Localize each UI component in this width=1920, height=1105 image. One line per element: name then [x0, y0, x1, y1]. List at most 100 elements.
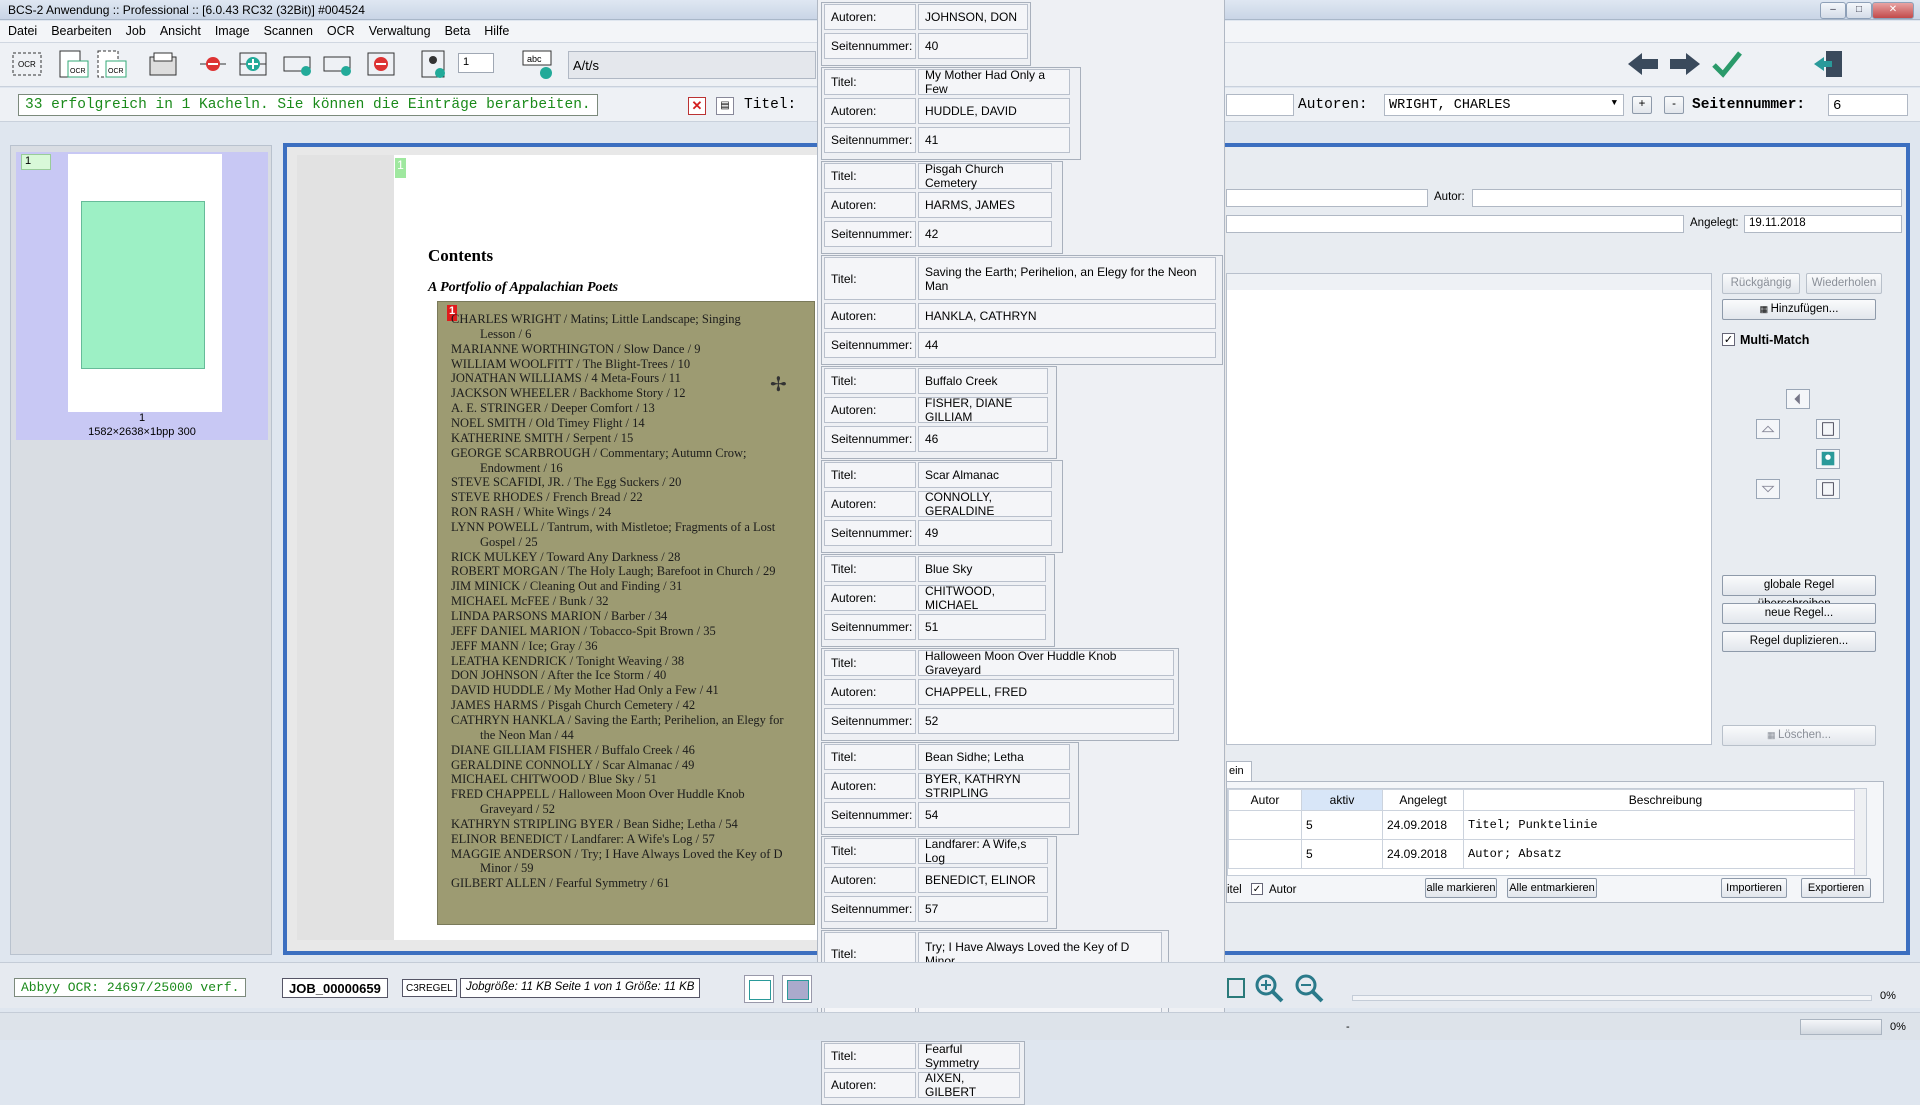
ocr-zone-icon[interactable]: OCR: [10, 47, 44, 81]
rule-name-field-end[interactable]: [1226, 189, 1428, 207]
entry-titel-value[interactable]: Halloween Moon Over Huddle Knob Graveyar…: [918, 649, 1174, 677]
menu-hilfe[interactable]: Hilfe: [476, 21, 515, 38]
entry-seite-value[interactable]: 54: [918, 802, 1070, 828]
entry-group[interactable]: Titel: Halloween Moon Over Huddle Knob Gr…: [821, 648, 1179, 741]
open-folder-icon[interactable]: [146, 47, 180, 81]
deselect-all-button[interactable]: Alle entmarkieren: [1507, 878, 1597, 898]
entry-titel-value[interactable]: Fearful Symmetry: [918, 1042, 1020, 1070]
menu-beta[interactable]: Beta: [437, 21, 477, 38]
col-angelegt[interactable]: Angelegt: [1382, 789, 1464, 811]
entry-titel-value[interactable]: Saving the Earth; Perihelion, an Elegy f…: [918, 257, 1216, 300]
tab-partial[interactable]: ein: [1226, 761, 1252, 781]
menu-bearbeiten[interactable]: Bearbeiten: [43, 21, 117, 38]
titel-field-end[interactable]: [1226, 94, 1294, 116]
collapse-left-icon[interactable]: [1786, 389, 1810, 409]
zone-settings-icon[interactable]: [416, 47, 450, 81]
menu-ocr[interactable]: OCR: [319, 21, 361, 38]
rule-image-icon[interactable]: [1816, 449, 1840, 469]
table-row[interactable]: 5 24.09.2018 Autor; Absatz: [1228, 839, 1866, 869]
delete-row-icon[interactable]: [364, 47, 398, 81]
autor-field[interactable]: [1472, 189, 1902, 207]
entry-autoren-value[interactable]: HANKLA, CATHRYN: [918, 303, 1216, 329]
rule-text-icon[interactable]: [1816, 419, 1840, 439]
rule-list-icon[interactable]: [1816, 479, 1840, 499]
multimatch-checkbox[interactable]: ✓: [1722, 333, 1735, 346]
entry-titel-value[interactable]: Pisgah Church Cemetery: [918, 162, 1052, 190]
col-autor[interactable]: Autor: [1228, 789, 1302, 811]
maximize-button[interactable]: □: [1846, 2, 1872, 19]
move-up-icon[interactable]: [1756, 419, 1780, 439]
table-scrollbar[interactable]: [1854, 789, 1866, 875]
entry-autoren-value[interactable]: CHAPPELL, FRED: [918, 679, 1174, 705]
view-single-icon[interactable]: [744, 975, 774, 1003]
split-left-icon[interactable]: [320, 47, 354, 81]
col-aktiv[interactable]: aktiv: [1301, 789, 1383, 811]
entry-titel-value[interactable]: My Mother Had Only a Few: [918, 68, 1070, 96]
page-spinner[interactable]: 1: [458, 53, 494, 73]
arrow-right-icon[interactable]: [1668, 47, 1702, 81]
seitennummer-field[interactable]: 6: [1828, 94, 1908, 116]
entry-group[interactable]: Autoren: JOHNSON, DON Seitennummer: 40: [821, 2, 1031, 66]
menu-job[interactable]: Job: [118, 21, 152, 38]
entry-seite-value[interactable]: 44: [918, 332, 1216, 358]
remove-zone-icon[interactable]: [196, 47, 230, 81]
rules-table[interactable]: Autor aktiv Angelegt Beschreibung 5 24.0…: [1227, 788, 1867, 876]
entry-group[interactable]: Titel: Fearful Symmetry Autoren: AIXEN, GIL…: [821, 1041, 1025, 1105]
entry-autoren-value[interactable]: FISHER, DIANE GILLIAM: [918, 396, 1048, 424]
menu-ansicht[interactable]: Ansicht: [152, 21, 207, 38]
menu-image[interactable]: Image: [207, 21, 256, 38]
add-button[interactable]: ▦ Hinzufügen...: [1722, 299, 1876, 320]
split-right-icon[interactable]: [280, 47, 314, 81]
minimize-button[interactable]: –: [1820, 2, 1846, 19]
import-button[interactable]: Importieren: [1721, 878, 1787, 898]
entry-group[interactable]: Titel: My Mother Had Only a Few Autoren: HU…: [821, 67, 1081, 160]
select-all-button[interactable]: alle markieren: [1425, 878, 1497, 898]
thumbnail-item[interactable]: 1 1 1582×2638×1bpp 300: [16, 152, 268, 440]
entry-autoren-value[interactable]: CHITWOOD, MICHAEL: [918, 584, 1046, 612]
menu-scannen[interactable]: Scannen: [256, 21, 319, 38]
entry-seite-value[interactable]: 52: [918, 708, 1174, 734]
entry-seite-value[interactable]: 40: [918, 33, 1028, 59]
move-down-icon[interactable]: [1756, 479, 1780, 499]
export-button[interactable]: Exportieren: [1801, 878, 1871, 898]
entry-group[interactable]: Titel: Scar Almanac Autoren: CONNOLLY, GERA…: [821, 460, 1063, 553]
menu-datei[interactable]: Datei: [0, 21, 43, 38]
entry-autoren-value[interactable]: AIXEN, GILBERT: [918, 1071, 1020, 1099]
rule-list[interactable]: [1226, 273, 1712, 745]
entry-seite-value[interactable]: 46: [918, 426, 1048, 452]
autor-checkbox[interactable]: ✓: [1251, 883, 1263, 895]
entry-autoren-value[interactable]: HARMS, JAMES: [918, 192, 1052, 218]
entry-autoren-value[interactable]: CONNOLLY, GERALDINE: [918, 490, 1052, 518]
text-recognition-icon[interactable]: abc: [520, 47, 554, 81]
entry-seite-value[interactable]: 41: [918, 127, 1070, 153]
view-double-icon[interactable]: [782, 975, 812, 1003]
ocr-page-icon[interactable]: OCR: [56, 47, 90, 81]
redo-button[interactable]: Wiederholen: [1806, 273, 1882, 294]
exit-icon[interactable]: [1812, 47, 1846, 81]
autoren-select[interactable]: WRIGHT, CHARLES ▼: [1384, 94, 1624, 116]
global-rule-button[interactable]: globale Regel überschreiben...: [1722, 575, 1876, 610]
entry-group[interactable]: Titel: Landfarer: A Wife,s Log Autoren: BEN…: [821, 836, 1057, 929]
zoom-out-icon[interactable]: [1294, 973, 1324, 1003]
entry-titel-value[interactable]: Blue Sky: [918, 556, 1046, 582]
arrow-left-icon[interactable]: [1626, 47, 1660, 81]
entry-titel-value[interactable]: Bean Sidhe; Letha: [918, 744, 1070, 770]
list-icon[interactable]: ▤: [716, 97, 734, 115]
zoom-in-icon[interactable]: [1254, 973, 1284, 1003]
add-zone-icon[interactable]: [236, 47, 270, 81]
entry-group[interactable]: Titel: Saving the Earth; Perihelion, an E…: [821, 255, 1223, 365]
entry-group[interactable]: Titel: Bean Sidhe; Letha Autoren: BYER, KAT…: [821, 742, 1079, 835]
confirm-check-icon[interactable]: [1710, 47, 1744, 81]
duplicate-rule-button[interactable]: Regel duplizieren...: [1722, 631, 1876, 652]
entry-seite-value[interactable]: 49: [918, 520, 1052, 546]
entry-autoren-value[interactable]: HUDDLE, DAVID: [918, 98, 1070, 124]
entry-group[interactable]: Titel: Pisgah Church Cemetery Autoren: HARM…: [821, 161, 1063, 254]
description-field-end[interactable]: [1226, 215, 1684, 233]
entry-titel-value[interactable]: Buffalo Creek: [918, 368, 1048, 394]
menu-verwaltung[interactable]: Verwaltung: [361, 21, 437, 38]
entry-autoren-value[interactable]: BYER, KATHRYN STRIPLING: [918, 772, 1070, 800]
close-message-icon[interactable]: ✕: [688, 97, 706, 115]
delete-button[interactable]: ▦ Löschen...: [1722, 725, 1876, 746]
entry-group[interactable]: Titel: Blue Sky Autoren: CHITWOOD, MICHAEL S…: [821, 554, 1055, 647]
entry-autoren-value[interactable]: BENEDICT, ELINOR: [918, 867, 1048, 893]
